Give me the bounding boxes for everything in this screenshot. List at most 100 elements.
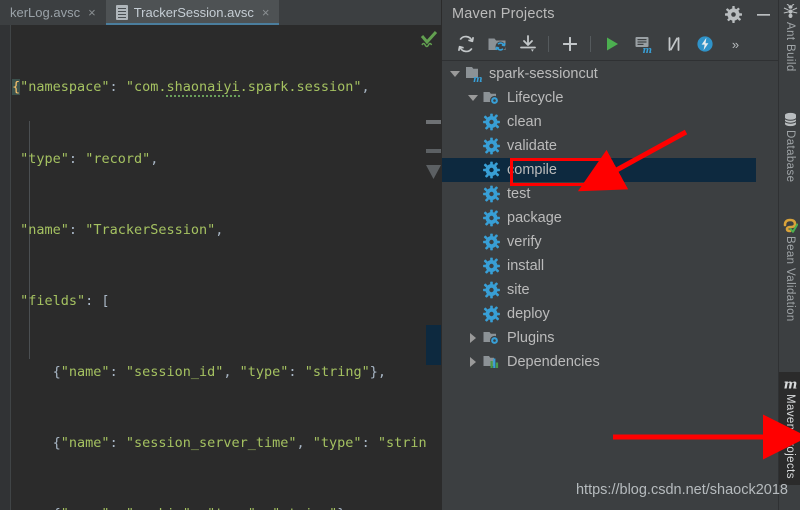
tree-row-package[interactable]: package <box>442 206 756 230</box>
maven-m-icon: m <box>783 378 797 392</box>
maven-toolbar: m » <box>442 28 778 61</box>
maven-module-icon: m <box>464 65 483 85</box>
editor-gutter[interactable] <box>0 25 11 510</box>
reimport-icon[interactable] <box>450 29 481 60</box>
maven-panel-header: Maven Projects <box>442 0 778 28</box>
tree-row-validate[interactable]: validate <box>442 134 756 158</box>
tree-row-label: validate <box>507 138 557 154</box>
overflow-icon[interactable]: » <box>720 29 751 60</box>
tool-button-ant-build[interactable]: Ant Build <box>779 4 800 72</box>
editor-tab-trackersession[interactable]: TrackerSession.avsc × <box>105 0 280 25</box>
inspection-strip[interactable] <box>426 50 441 510</box>
code-line: {"name": "cookie", "type": "string"}, <box>12 503 425 510</box>
right-tool-sidebar: Ant Build Database Bean Validation m Mav… <box>778 0 800 510</box>
code-line: "name": "TrackerSession", <box>20 221 224 238</box>
chevron-right-icon[interactable] <box>464 333 482 343</box>
maven-tree[interactable]: m spark-sessioncut Lifecycle clean valid… <box>442 62 756 510</box>
tree-row-label: install <box>507 258 545 274</box>
code-line: {"name": "session_id", "type": "string"}… <box>12 363 386 380</box>
chevron-down-icon[interactable] <box>446 71 464 77</box>
close-icon[interactable]: × <box>86 6 98 19</box>
gear-icon[interactable] <box>724 5 742 23</box>
chevron-right-icon[interactable] <box>464 357 482 367</box>
database-icon <box>784 112 796 127</box>
tool-button-bean-validation[interactable]: Bean Validation <box>779 218 800 322</box>
lifecycle-folder-icon <box>482 89 501 107</box>
tree-row-deploy[interactable]: deploy <box>442 302 756 326</box>
tool-button-label: Database <box>784 130 796 183</box>
goal-gear-icon <box>482 161 501 179</box>
tree-row-label: Plugins <box>507 330 555 346</box>
goal-gear-icon <box>482 113 501 131</box>
plugins-folder-icon <box>482 329 501 347</box>
scroll-marker-selection <box>426 325 441 365</box>
scroll-marker <box>426 120 441 124</box>
generate-sources-icon[interactable] <box>481 29 512 60</box>
goal-gear-icon <box>482 137 501 155</box>
goal-gear-icon <box>482 281 501 299</box>
watermark: https://blog.csdn.net/shaock2018 <box>575 482 788 498</box>
add-maven-project-icon[interactable] <box>554 29 585 60</box>
tree-row-test[interactable]: test <box>442 182 756 206</box>
code-content: {"namespace": "com.shaonaiyi.spark.sessi… <box>12 29 441 510</box>
ok-check-icon <box>420 31 438 48</box>
code-line: "fields": [ <box>20 292 110 309</box>
tree-row-label: Lifecycle <box>507 90 564 106</box>
code-editor[interactable]: {"namespace": "com.shaonaiyi.spark.sessi… <box>0 25 441 510</box>
tree-row-install[interactable]: install <box>442 254 756 278</box>
close-icon[interactable]: × <box>260 6 272 19</box>
tree-row-lifecycle[interactable]: Lifecycle <box>442 86 756 110</box>
goal-gear-icon <box>482 233 501 251</box>
goal-gear-icon <box>482 185 501 203</box>
goal-gear-icon <box>482 305 501 323</box>
download-sources-icon[interactable] <box>512 29 543 60</box>
tree-row-clean[interactable]: clean <box>442 110 756 134</box>
tree-row-label: clean <box>507 114 542 130</box>
chevron-down-icon[interactable] <box>464 95 482 101</box>
tree-row-site[interactable]: site <box>442 278 756 302</box>
goal-gear-icon <box>482 209 501 227</box>
scroll-marker <box>426 149 441 153</box>
tree-row-label: deploy <box>507 306 550 322</box>
tree-row-spark-sessioncut[interactable]: m spark-sessioncut <box>442 62 756 86</box>
goal-gear-icon <box>482 257 501 275</box>
tree-row-label: Dependencies <box>507 354 600 370</box>
tree-row-label: verify <box>507 234 542 250</box>
toolbar-separator <box>548 36 549 52</box>
run-icon[interactable] <box>596 29 627 60</box>
editor-tab-trackerlog[interactable]: kerLog.avsc × <box>0 0 106 25</box>
code-line: {"name": "session_server_time", "type": … <box>12 434 441 451</box>
tree-row-verify[interactable]: verify <box>442 230 756 254</box>
file-icon <box>115 5 128 20</box>
editor-tab-bar: kerLog.avsc × TrackerSession.avsc × <box>0 0 441 25</box>
dependencies-folder-icon <box>482 353 501 371</box>
editor-tab-label: TrackerSession.avsc <box>133 5 254 20</box>
toggle-offline-icon[interactable] <box>689 29 720 60</box>
bean-icon <box>783 218 798 233</box>
tree-row-label: spark-sessioncut <box>489 66 598 82</box>
svg-text:m: m <box>473 75 483 83</box>
toolbar-separator <box>590 36 591 52</box>
code-line: "type": "record", <box>20 150 159 167</box>
tool-button-label: Maven Projects <box>784 394 796 479</box>
toggle-skip-tests-icon[interactable] <box>658 29 689 60</box>
tool-button-maven-projects[interactable]: m Maven Projects <box>779 372 800 485</box>
maven-projects-panel: Maven Projects m » m spark-sessioncut Li… <box>441 0 778 510</box>
tree-row-label: compile <box>507 162 557 178</box>
minimize-icon[interactable] <box>754 5 772 23</box>
tree-row-label: site <box>507 282 530 298</box>
ide-window: kerLog.avsc × TrackerSession.avsc × {"na… <box>0 0 800 510</box>
tree-row-label: package <box>507 210 562 226</box>
tool-button-label: Bean Validation <box>784 236 796 322</box>
tree-row-compile[interactable]: compile <box>442 158 756 182</box>
tree-row-dependencies[interactable]: Dependencies <box>442 350 756 374</box>
tool-button-label: Ant Build <box>784 22 796 72</box>
code-line: {"namespace": "com.shaonaiyi.spark.sessi… <box>12 79 370 98</box>
execute-maven-goal-icon[interactable]: m <box>627 29 658 60</box>
ant-icon <box>783 4 797 18</box>
editor-pane: kerLog.avsc × TrackerSession.avsc × {"na… <box>0 0 441 510</box>
tree-row-label: test <box>507 186 531 202</box>
tool-button-database[interactable]: Database <box>779 112 800 182</box>
tree-row-plugins[interactable]: Plugins <box>442 326 756 350</box>
svg-text:m: m <box>642 46 652 54</box>
